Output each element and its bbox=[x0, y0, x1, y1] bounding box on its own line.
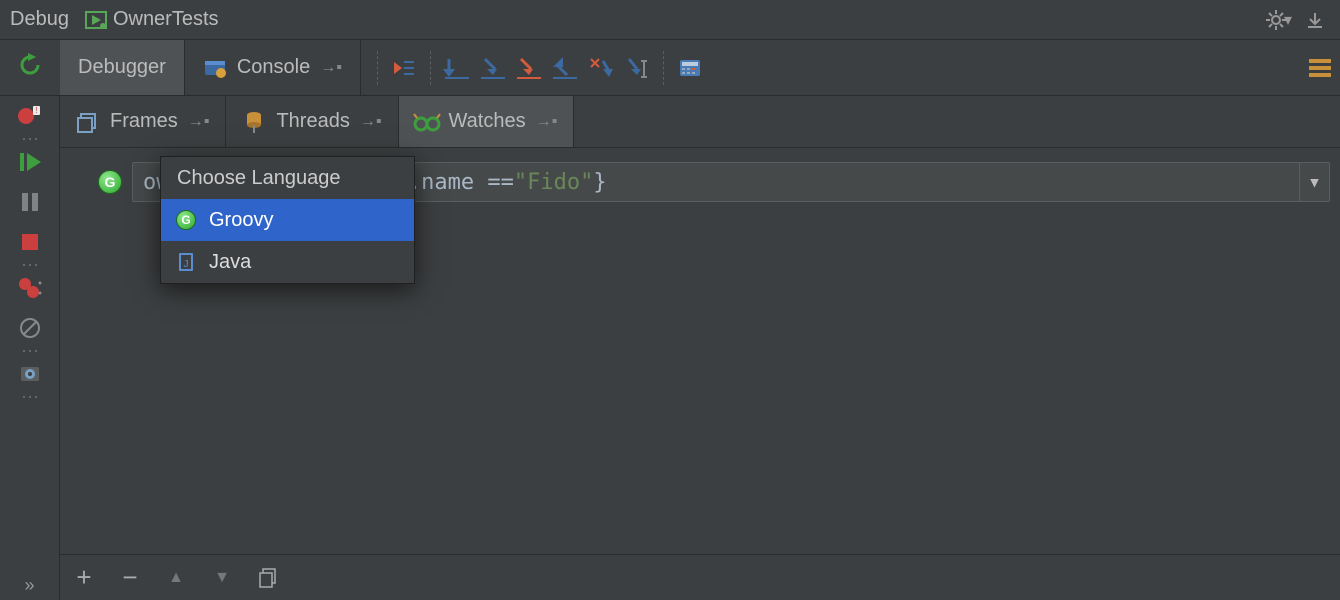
thread-dump-button[interactable] bbox=[13, 354, 47, 394]
debug-sidebar: ! » bbox=[0, 96, 60, 600]
subtab-watches-label: Watches bbox=[449, 110, 526, 133]
subtab-frames-label: Frames bbox=[110, 110, 178, 133]
view-breakpoints-button[interactable] bbox=[13, 268, 47, 308]
debugger-main: Frames →▪ Threads →▪ Watches →▪ G owner.… bbox=[60, 96, 1340, 600]
add-watch-button[interactable]: + bbox=[70, 564, 98, 592]
rerun-button[interactable] bbox=[14, 46, 46, 84]
subtab-threads[interactable]: Threads →▪ bbox=[226, 96, 398, 147]
step-into-button[interactable] bbox=[475, 50, 511, 86]
language-badge-icon[interactable]: G bbox=[98, 170, 122, 194]
expand-sidebar-button[interactable]: » bbox=[24, 570, 34, 600]
popup-item-groovy-label: Groovy bbox=[209, 209, 273, 232]
drop-frame-button[interactable] bbox=[583, 50, 619, 86]
threads-icon bbox=[242, 110, 266, 134]
popup-title: Choose Language bbox=[161, 157, 414, 199]
popup-item-groovy[interactable]: G Groovy bbox=[161, 199, 414, 241]
svg-text:!: ! bbox=[35, 106, 37, 115]
toolwindow-titlebar: Debug OwnerTests ▾ bbox=[0, 0, 1340, 40]
move-up-button[interactable]: ▲ bbox=[162, 564, 190, 592]
tab-debugger-label: Debugger bbox=[78, 56, 166, 79]
show-execution-point-button[interactable] bbox=[386, 50, 422, 86]
subtab-watches[interactable]: Watches →▪ bbox=[399, 96, 575, 147]
toolwindow-title: Debug bbox=[10, 8, 69, 31]
mute-breakpoints-button[interactable] bbox=[13, 308, 47, 348]
tab-console[interactable]: Console →▪ bbox=[185, 40, 361, 95]
remove-watch-button[interactable]: − bbox=[116, 564, 144, 592]
move-down-button[interactable]: ▼ bbox=[208, 564, 236, 592]
expr-string: "Fido" bbox=[514, 170, 593, 195]
run-config-icon bbox=[85, 11, 107, 29]
run-config-name: OwnerTests bbox=[113, 8, 219, 31]
frames-pin-icon: →▪ bbox=[188, 113, 210, 131]
tab-console-label: Console bbox=[237, 56, 310, 79]
console-icon bbox=[203, 56, 227, 80]
duplicate-watch-button[interactable] bbox=[254, 564, 282, 592]
subtab-frames[interactable]: Frames →▪ bbox=[60, 96, 226, 147]
debug-toolbar bbox=[361, 40, 708, 95]
popup-item-java-label: Java bbox=[209, 251, 251, 274]
resume-button[interactable] bbox=[13, 142, 47, 182]
main-tabs: Debugger Console →▪ bbox=[60, 40, 361, 95]
frames-icon bbox=[76, 110, 100, 134]
svg-text:J: J bbox=[184, 259, 189, 270]
tab-console-pin-icon: →▪ bbox=[320, 59, 342, 77]
layout-button[interactable] bbox=[1300, 40, 1340, 95]
tab-debugger[interactable]: Debugger bbox=[60, 40, 185, 95]
watches-footer: + − ▲ ▼ bbox=[60, 554, 1340, 600]
expression-history-dropdown[interactable]: ▾ bbox=[1299, 163, 1329, 201]
popup-item-java[interactable]: J Java bbox=[161, 241, 414, 283]
force-step-into-button[interactable] bbox=[511, 50, 547, 86]
threads-pin-icon: →▪ bbox=[360, 113, 382, 131]
stop-button[interactable] bbox=[13, 222, 47, 262]
evaluate-expression-button[interactable] bbox=[672, 50, 708, 86]
run-to-cursor-button[interactable] bbox=[619, 50, 655, 86]
groovy-icon: G bbox=[175, 209, 197, 231]
watches-icon bbox=[415, 110, 439, 134]
hide-button[interactable] bbox=[1300, 5, 1330, 35]
settings-button[interactable]: ▾ bbox=[1264, 5, 1294, 35]
java-file-icon: J bbox=[175, 251, 197, 273]
watches-pin-icon: →▪ bbox=[536, 113, 558, 131]
resume-with-breakpoint-button[interactable]: ! bbox=[13, 96, 47, 136]
debug-actions-col-top bbox=[0, 40, 60, 95]
step-out-button[interactable] bbox=[547, 50, 583, 86]
expr-part2: } bbox=[593, 170, 606, 195]
pause-button[interactable] bbox=[13, 182, 47, 222]
debugger-subtabs: Frames →▪ Threads →▪ Watches →▪ bbox=[60, 96, 1340, 148]
subtab-threads-label: Threads bbox=[276, 110, 349, 133]
step-over-button[interactable] bbox=[439, 50, 475, 86]
choose-language-popup: Choose Language G Groovy J Java bbox=[160, 156, 415, 284]
